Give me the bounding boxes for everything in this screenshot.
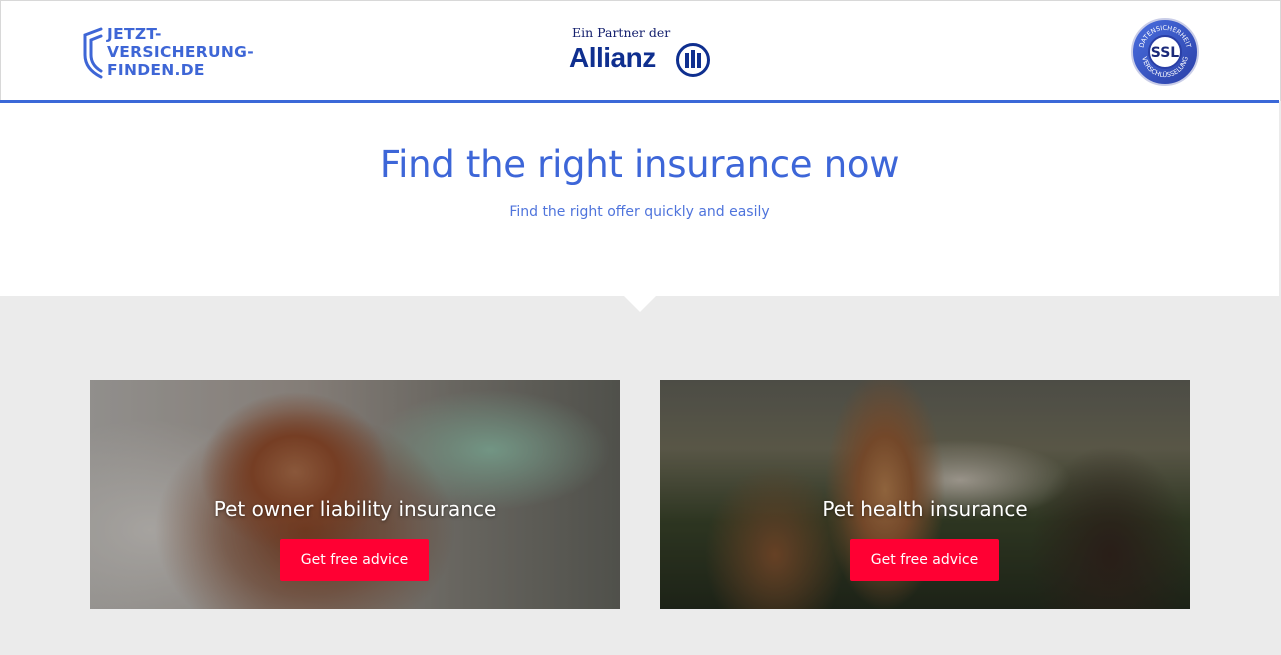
logo-line-1: JETZT- [107, 25, 162, 43]
card-pet-liability[interactable]: Pet owner liability insurance Get free a… [90, 380, 620, 609]
section-notch [623, 295, 657, 312]
get-advice-button[interactable]: Get free advice [280, 539, 429, 581]
shield-icon [83, 27, 103, 79]
logo-wordmark: JETZT- VERSICHERUNG- FINDEN.DE [107, 25, 254, 79]
logo-line-3: FINDEN.DE [107, 61, 205, 79]
ssl-badge-icon: DATENSICHERHEIT VERSCHLÜSSELUNG SSL [1131, 18, 1199, 86]
logo-line-2: VERSICHERUNG- [107, 43, 254, 61]
site-header: JETZT- VERSICHERUNG- FINDEN.DE Ein Partn… [0, 0, 1281, 101]
allianz-wordmark: Allianz [569, 42, 656, 73]
page-title: Find the right insurance now [379, 143, 900, 186]
card-title: Pet owner liability insurance [213, 497, 497, 521]
allianz-eagle-icon [676, 43, 710, 77]
hero-section: Find the right insurance now Find the ri… [0, 103, 1279, 296]
ssl-label: SSL [1151, 45, 1180, 61]
allianz-partner-logo: Ein Partner der Allianz [569, 25, 719, 85]
partner-label: Ein Partner der [572, 25, 671, 40]
page-subtitle: Find the right offer quickly and easily [509, 204, 770, 220]
site-logo[interactable]: JETZT- VERSICHERUNG- FINDEN.DE [81, 25, 271, 81]
get-advice-button[interactable]: Get free advice [850, 539, 999, 581]
card-title: Pet health insurance [822, 497, 1028, 521]
card-pet-health[interactable]: Pet health insurance Get free advice [660, 380, 1190, 609]
